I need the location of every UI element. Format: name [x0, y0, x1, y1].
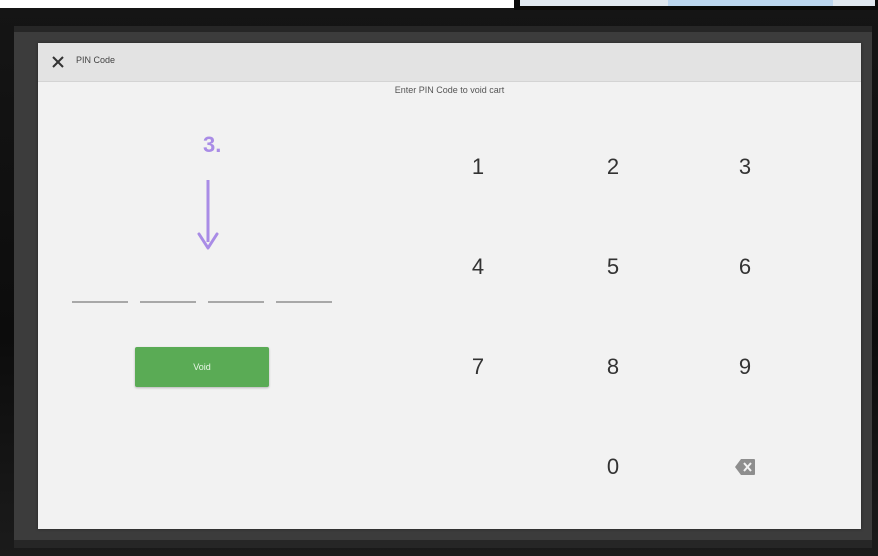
pin-slot-3[interactable] [208, 301, 264, 303]
keypad-key-9[interactable]: 9 [700, 339, 790, 395]
keypad-key-6[interactable]: 6 [700, 239, 790, 295]
void-button[interactable]: Void [135, 347, 269, 387]
step-annotation-label: 3. [203, 132, 222, 157]
dialog-titlebar: PIN Code [38, 43, 861, 82]
dialog-title: PIN Code [76, 55, 116, 65]
keypad-key-8[interactable]: 8 [568, 339, 658, 395]
keypad-key-1[interactable]: 1 [433, 139, 523, 195]
pin-slot-1[interactable] [72, 301, 128, 303]
keypad-key-7[interactable]: 7 [433, 339, 523, 395]
pin-slot-4[interactable] [276, 301, 332, 303]
backspace-button[interactable] [700, 439, 790, 495]
background-window-strip [514, 0, 878, 10]
background-window-tab-active [668, 0, 833, 6]
keypad-key-0[interactable]: 0 [568, 439, 658, 495]
backspace-icon [735, 459, 755, 475]
pin-prompt: Enter PIN Code to void cart [394, 85, 505, 95]
keypad-key-2[interactable]: 2 [568, 139, 658, 195]
arrow-down-icon [196, 178, 220, 259]
keypad-key-3[interactable]: 3 [700, 139, 790, 195]
close-icon[interactable] [50, 54, 66, 70]
pin-slot-2[interactable] [140, 301, 196, 303]
pin-code-dialog: PIN Code Enter PIN Code to void cart Voi… [38, 43, 861, 529]
keypad-key-4[interactable]: 4 [433, 239, 523, 295]
keypad-key-5[interactable]: 5 [568, 239, 658, 295]
